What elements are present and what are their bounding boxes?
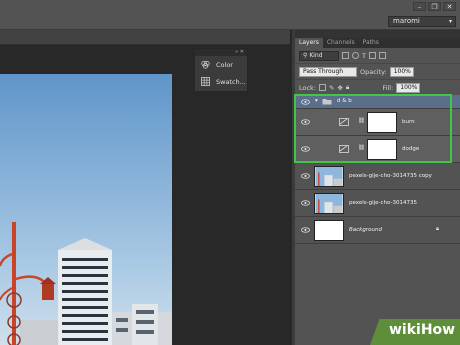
- lock-all-icon[interactable]: 🔒︎: [346, 83, 349, 92]
- eye-icon[interactable]: [301, 227, 310, 233]
- blend-mode-dropdown[interactable]: Pass Through: [299, 66, 357, 77]
- layer-row-photo[interactable]: pexels-gije-cho-3014735: [295, 190, 460, 217]
- blend-mode-value: Pass Through: [303, 67, 344, 75]
- layer-name: pexels-gije-cho-3014735 copy: [349, 173, 432, 179]
- panel-collapse-bar[interactable]: [295, 30, 460, 38]
- type-filter-icon[interactable]: T: [362, 52, 366, 60]
- workspace-value: maromi: [393, 17, 420, 25]
- lock-icon[interactable]: 🔒︎: [436, 226, 439, 233]
- photo-thumbnail[interactable]: [314, 193, 344, 214]
- selection-highlight-box: [294, 94, 452, 163]
- layer-row-photo-copy[interactable]: pexels-gije-cho-3014735 copy: [295, 163, 460, 190]
- tab-layers[interactable]: Layers: [295, 38, 323, 48]
- photo-thumbnail[interactable]: [314, 166, 344, 187]
- color-swatches-mini-panel: » ✕ Color Swatch...: [194, 48, 248, 92]
- restore-button[interactable]: ❐: [428, 2, 441, 11]
- lock-move-icon[interactable]: ✥: [337, 84, 342, 92]
- opacity-value: 100%: [393, 67, 411, 75]
- eye-icon[interactable]: [301, 173, 310, 179]
- color-wheel-icon: [201, 60, 210, 69]
- blend-opacity-row: Pass Through Opacity: 100%: [295, 64, 460, 80]
- background-thumbnail[interactable]: [314, 220, 344, 241]
- tab-channels[interactable]: Channels: [323, 38, 359, 48]
- swatches-panel-button[interactable]: Swatch...: [195, 73, 247, 90]
- image-canvas[interactable]: [0, 74, 172, 345]
- lock-transparent-icon[interactable]: [319, 84, 327, 91]
- filter-row: ⚲ Kind T: [295, 48, 460, 64]
- color-panel-button[interactable]: Color: [195, 56, 247, 73]
- document-area: » ✕ Color Swatch...: [0, 30, 290, 345]
- fill-field[interactable]: 100%: [396, 82, 421, 93]
- document-tab-strip: [0, 30, 290, 45]
- window-controls: – ❐ ✕: [413, 2, 456, 11]
- workspace-dropdown[interactable]: maromi ▾: [388, 16, 456, 27]
- panel-tabs: Layers Channels Paths: [295, 38, 460, 48]
- layers-panel: Layers Channels Paths ⚲ Kind T Pass Thro…: [295, 30, 460, 345]
- swatches-panel-label: Swatch...: [216, 77, 246, 86]
- layer-row-background[interactable]: Background 🔒︎: [295, 217, 460, 244]
- application-bar: – ❐ ✕ maromi ▾: [0, 0, 460, 30]
- photo-preview: [0, 74, 172, 345]
- swatches-grid-icon: [201, 77, 210, 86]
- opacity-label: Opacity:: [360, 67, 387, 76]
- mini-panel-header[interactable]: » ✕: [195, 49, 247, 56]
- tab-paths[interactable]: Paths: [359, 38, 383, 48]
- lock-brush-icon[interactable]: ✎: [329, 84, 334, 92]
- watermark-text: wikiHow: [389, 322, 455, 338]
- layer-name: Background: [349, 227, 382, 233]
- layer-name: pexels-gije-cho-3014735: [349, 200, 417, 206]
- chevron-down-icon: ▾: [448, 18, 452, 25]
- minimize-button[interactable]: –: [413, 2, 426, 11]
- watermark-label: wikiHow: [389, 322, 456, 338]
- pixel-filter-icon[interactable]: [342, 52, 349, 59]
- color-panel-label: Color: [216, 60, 233, 69]
- lock-label: Lock:: [299, 83, 317, 92]
- fill-label: Fill:: [382, 83, 394, 92]
- close-button[interactable]: ✕: [443, 2, 456, 11]
- filter-kind-dropdown[interactable]: ⚲ Kind: [299, 50, 339, 61]
- adjustment-filter-icon[interactable]: [352, 52, 359, 59]
- shape-filter-icon[interactable]: [368, 52, 376, 59]
- fill-value: 100%: [400, 83, 418, 91]
- smart-object-filter-icon[interactable]: [378, 52, 386, 59]
- search-icon: ⚲: [303, 51, 308, 59]
- eye-icon[interactable]: [301, 200, 310, 206]
- filter-kind-value: Kind: [309, 51, 323, 59]
- opacity-field[interactable]: 100%: [389, 66, 414, 77]
